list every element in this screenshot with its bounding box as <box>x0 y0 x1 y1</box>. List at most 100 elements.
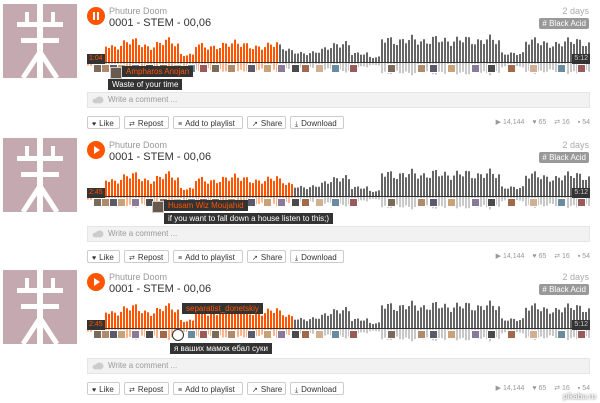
comment-avatar-marker[interactable] <box>199 330 208 339</box>
comment-avatar-marker[interactable] <box>417 198 426 207</box>
comment-avatar-marker[interactable] <box>227 330 236 339</box>
comment-avatar-marker[interactable] <box>529 64 538 73</box>
comment-avatar-marker[interactable] <box>291 330 300 339</box>
track-artwork[interactable] <box>3 4 77 78</box>
comment-avatar-marker[interactable] <box>349 330 358 339</box>
comment-avatar-marker[interactable] <box>315 330 324 339</box>
comment-avatar-marker[interactable] <box>471 198 480 207</box>
comment-avatar-marker[interactable] <box>577 198 586 207</box>
plays-count[interactable]: ▶ 14,144 <box>496 119 525 126</box>
likes-count[interactable]: ♥ 65 <box>532 119 546 126</box>
comment-avatar-marker[interactable] <box>145 330 154 339</box>
comment-avatar-marker[interactable] <box>199 64 208 73</box>
comment-avatar-marker[interactable] <box>247 198 256 207</box>
genre-tag[interactable]: # Black Acid <box>539 284 589 295</box>
play-button[interactable] <box>87 273 105 291</box>
track-artwork[interactable] <box>3 270 77 344</box>
comment-avatar-marker[interactable] <box>529 330 538 339</box>
comment-avatars[interactable] <box>87 330 590 339</box>
comment-avatar-marker[interactable] <box>211 330 220 339</box>
comment-avatar-marker[interactable] <box>349 198 358 207</box>
track-title[interactable]: 0001 - STEM - 00,06 <box>109 283 211 295</box>
repost-button[interactable]: ⇄ Repost <box>124 250 169 263</box>
comment-avatar-marker[interactable] <box>507 330 516 339</box>
comment-avatar-marker[interactable] <box>247 64 256 73</box>
comment-avatar-marker[interactable] <box>187 330 196 339</box>
artist-name[interactable]: Phuture Doom <box>109 6 167 16</box>
likes-count[interactable]: ♥ 65 <box>532 385 546 392</box>
comment-avatar-marker[interactable] <box>331 198 340 207</box>
track-artwork[interactable] <box>3 138 77 212</box>
comment-avatar-marker[interactable] <box>417 330 426 339</box>
comment-avatar-marker[interactable] <box>507 64 516 73</box>
comment-avatar-marker[interactable] <box>301 198 310 207</box>
reposts-count[interactable]: ⇄ 16 <box>554 119 570 126</box>
comments-count[interactable]: ▪ 54 <box>578 253 590 260</box>
comment-avatar-marker[interactable] <box>447 64 456 73</box>
comment-avatar-marker[interactable] <box>227 64 236 73</box>
comments-count[interactable]: ▪ 54 <box>578 119 590 126</box>
comment-username[interactable]: Ampharos Anojan <box>122 66 194 77</box>
comment-input[interactable]: Write a comment ... <box>87 92 590 108</box>
comment-avatar-marker[interactable] <box>387 330 396 339</box>
genre-tag[interactable]: # Black Acid <box>539 152 589 163</box>
like-button[interactable]: ♥ Like <box>87 116 120 129</box>
likes-count[interactable]: ♥ 65 <box>532 253 546 260</box>
pause-button[interactable] <box>87 7 105 25</box>
comment-input[interactable]: Write a comment ... <box>87 226 590 242</box>
comment-avatar-marker[interactable] <box>487 330 496 339</box>
comment-avatar-marker[interactable] <box>277 330 286 339</box>
comment-avatar-marker[interactable] <box>331 330 340 339</box>
add-to-playlist-button[interactable]: ≡ Add to playlist <box>173 116 243 129</box>
comment-avatar-marker[interactable] <box>417 64 426 73</box>
comment-avatar-marker[interactable] <box>387 64 396 73</box>
comment-avatar-marker[interactable] <box>529 198 538 207</box>
comment-avatar-marker[interactable] <box>331 64 340 73</box>
add-to-playlist-button[interactable]: ≡ Add to playlist <box>173 250 243 263</box>
download-button[interactable]: ⤓ Download <box>290 382 344 395</box>
comment-avatar-marker[interactable] <box>557 330 566 339</box>
plays-count[interactable]: ▶ 14,144 <box>496 253 525 260</box>
comment-avatar-marker[interactable] <box>159 330 168 339</box>
play-button[interactable] <box>87 141 105 159</box>
comment-avatar-marker[interactable] <box>291 198 300 207</box>
comment-avatar-marker[interactable] <box>577 64 586 73</box>
comment-avatar-marker[interactable] <box>277 198 286 207</box>
track-title[interactable]: 0001 - STEM - 00,06 <box>109 17 211 29</box>
reposts-count[interactable]: ⇄ 16 <box>554 253 570 260</box>
share-button[interactable]: ↗ Share <box>247 250 286 263</box>
comment-avatar-marker[interactable] <box>447 330 456 339</box>
comment-avatar-marker[interactable] <box>487 64 496 73</box>
comment-avatar-marker[interactable] <box>277 64 286 73</box>
comments-count[interactable]: ▪ 54 <box>578 385 590 392</box>
download-button[interactable]: ⤓ Download <box>290 116 344 129</box>
comment-avatar-marker[interactable] <box>507 198 516 207</box>
share-button[interactable]: ↗ Share <box>247 116 286 129</box>
comment-avatar-marker[interactable] <box>315 198 324 207</box>
comment-avatar-marker[interactable] <box>577 330 586 339</box>
comment-avatar-marker[interactable] <box>131 198 140 207</box>
genre-tag[interactable]: # Black Acid <box>539 18 589 29</box>
comment-avatar-marker[interactable] <box>429 198 438 207</box>
comment-username[interactable]: Husam Wiz Moujahid <box>164 200 248 211</box>
comment-input[interactable]: Write a comment ... <box>87 358 590 374</box>
repost-button[interactable]: ⇄ Repost <box>124 382 169 395</box>
artist-name[interactable]: Phuture Doom <box>109 272 167 282</box>
plays-count[interactable]: ▶ 14,144 <box>496 385 525 392</box>
comment-avatar-marker[interactable] <box>557 198 566 207</box>
comment-avatar-marker[interactable] <box>487 198 496 207</box>
like-button[interactable]: ♥ Like <box>87 250 120 263</box>
comment-avatar-marker[interactable] <box>211 64 220 73</box>
comment-avatar-marker[interactable] <box>247 330 256 339</box>
comment-avatar-marker[interactable] <box>117 198 126 207</box>
artist-name[interactable]: Phuture Doom <box>109 140 167 150</box>
comment-avatar-marker[interactable] <box>387 198 396 207</box>
comment-avatar-marker[interactable] <box>301 64 310 73</box>
comment-avatar-marker[interactable] <box>263 198 272 207</box>
comment-avatar-marker[interactable] <box>447 198 456 207</box>
comment-avatar-marker[interactable] <box>291 64 300 73</box>
reposts-count[interactable]: ⇄ 16 <box>554 385 570 392</box>
comment-avatar-marker[interactable] <box>349 64 358 73</box>
comment-avatar-marker[interactable] <box>429 330 438 339</box>
comment-avatar-marker[interactable] <box>301 330 310 339</box>
